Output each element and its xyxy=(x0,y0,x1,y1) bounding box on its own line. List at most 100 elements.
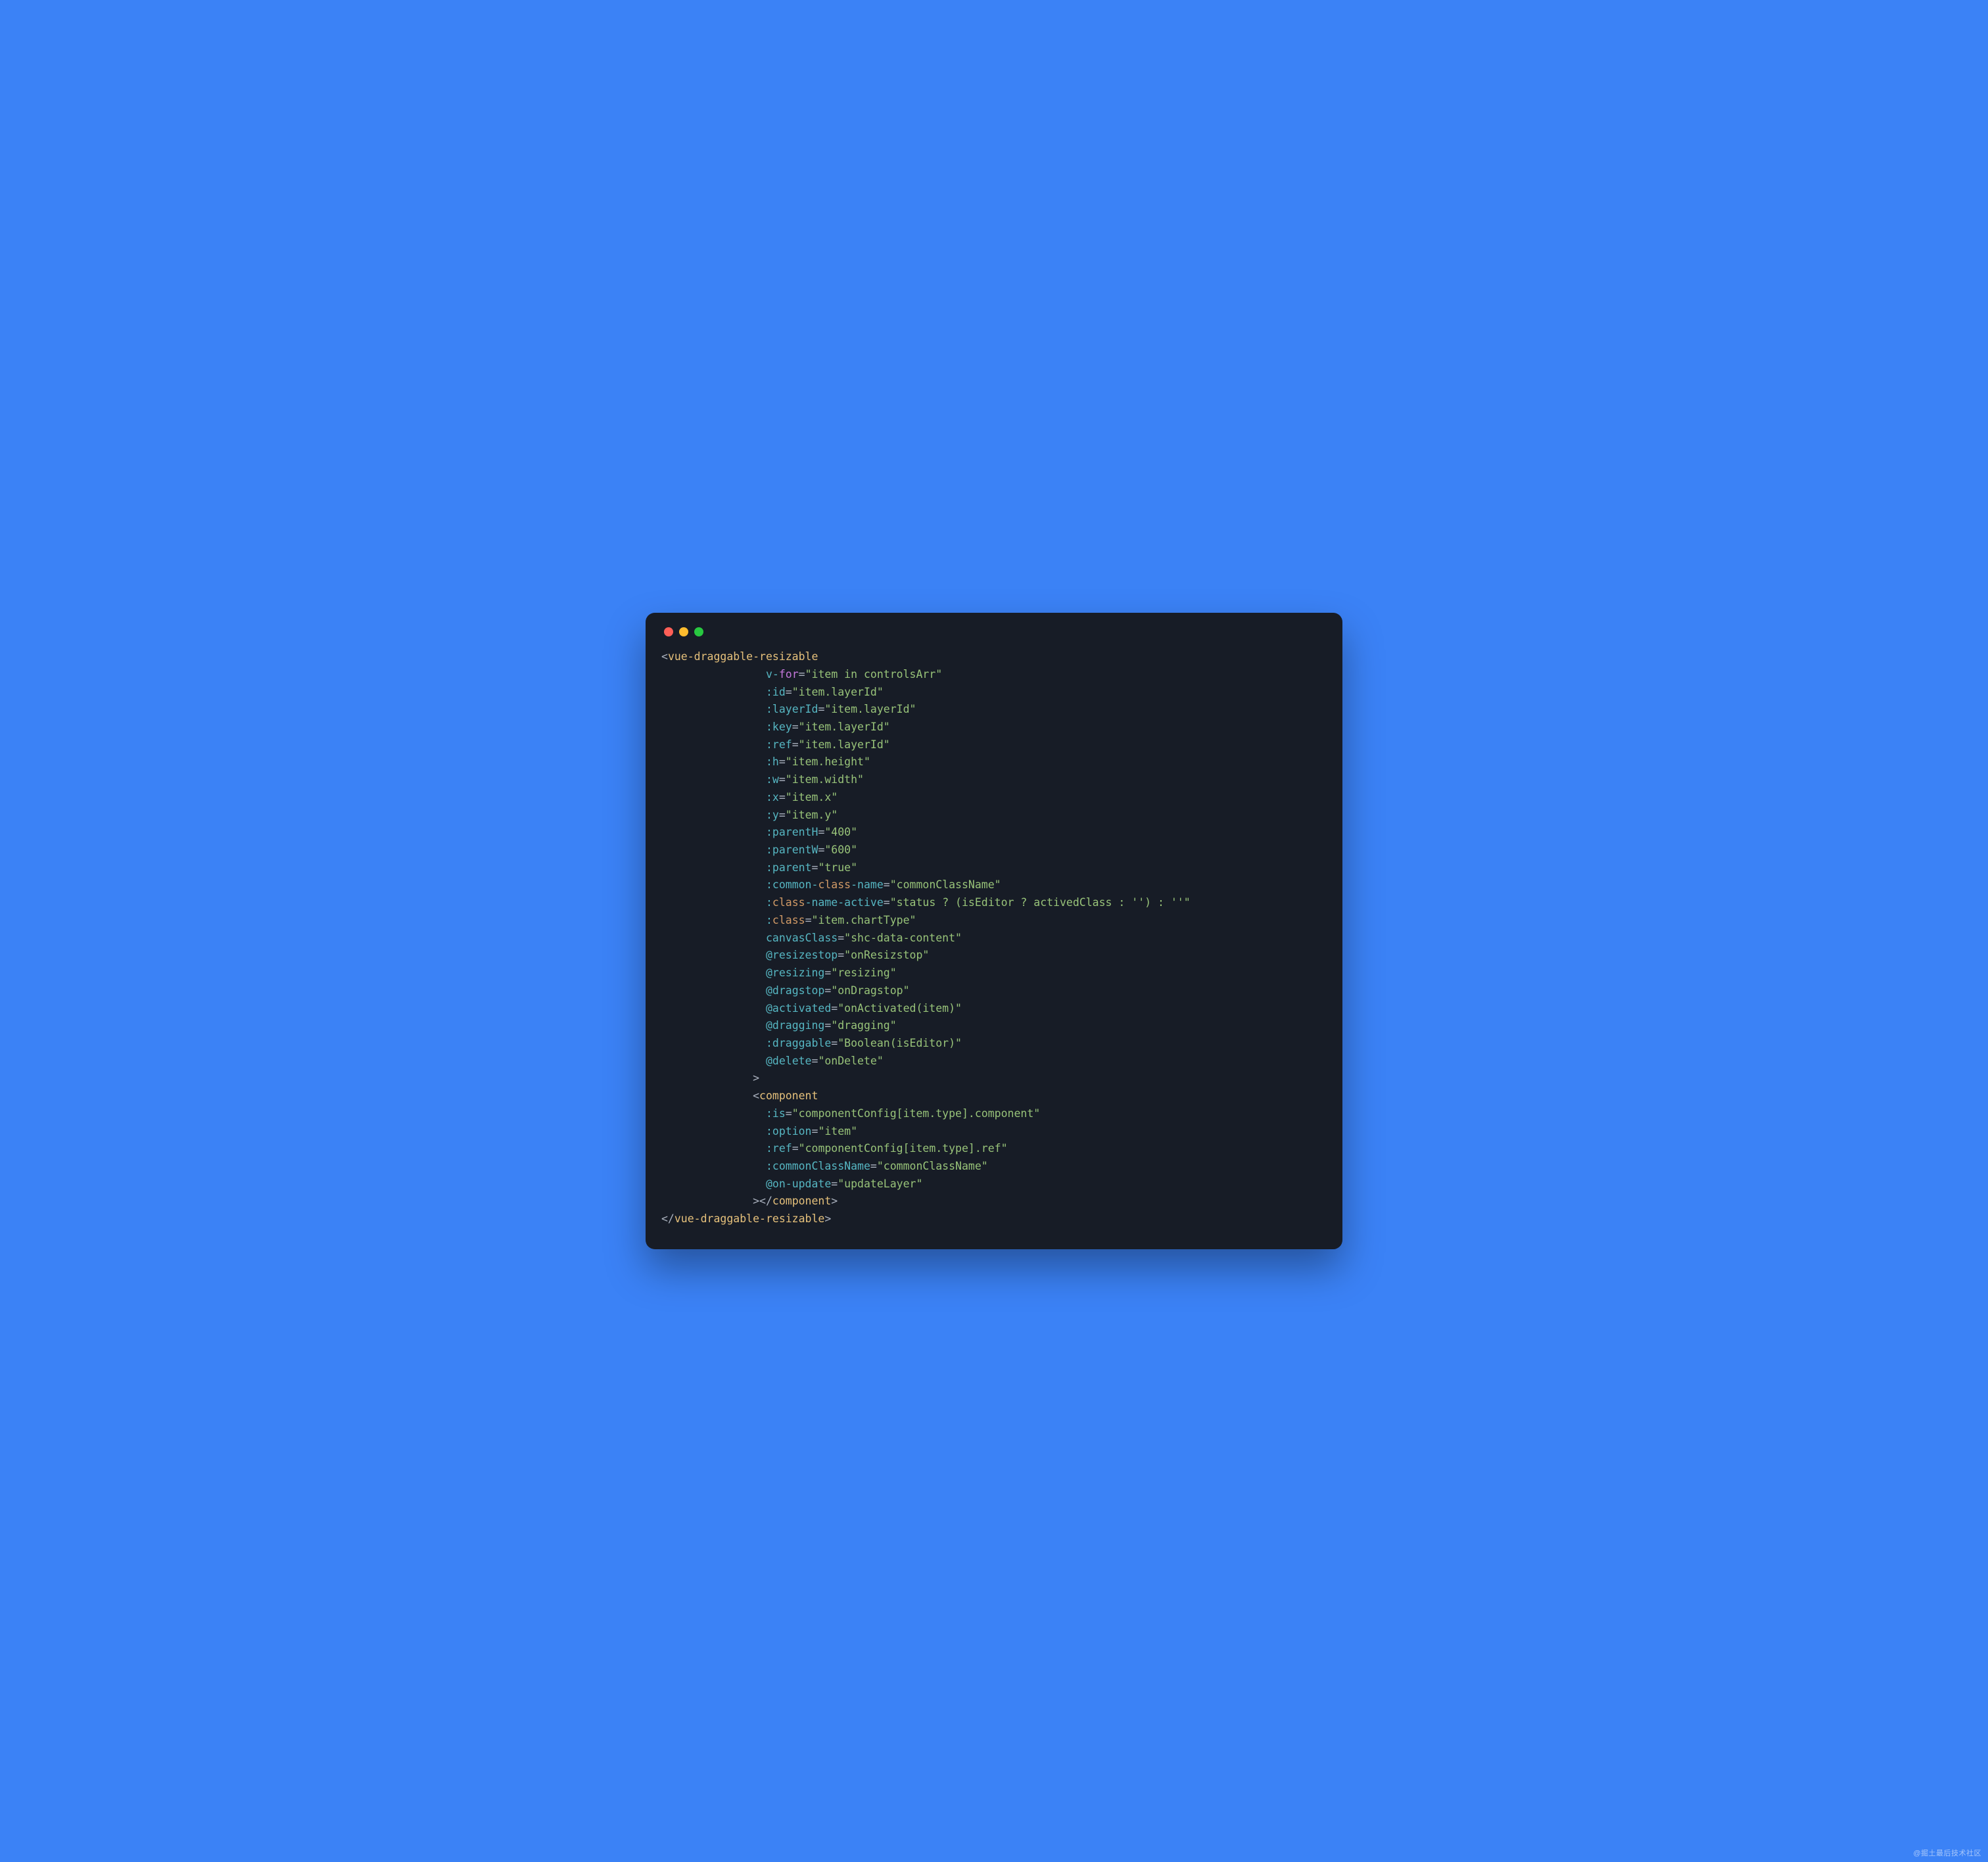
string: "onResizstop" xyxy=(844,949,929,961)
eq: = xyxy=(884,878,890,891)
eq: = xyxy=(812,1055,818,1067)
indent xyxy=(661,1178,766,1190)
eq: = xyxy=(812,861,818,874)
minimize-icon[interactable] xyxy=(679,627,688,636)
tag-name: component xyxy=(759,1089,818,1102)
attr: :y xyxy=(766,809,779,821)
attr: @resizing xyxy=(766,967,824,979)
punct: > xyxy=(831,1195,838,1207)
string: "item.layerId" xyxy=(824,703,916,715)
eq: = xyxy=(792,738,799,751)
indent xyxy=(661,844,766,856)
attr: v- xyxy=(766,668,779,680)
close-icon[interactable] xyxy=(664,627,673,636)
attr: :ref xyxy=(766,738,792,751)
watermark: @掘土最后技术社区 xyxy=(1913,1848,1981,1858)
string: "item.layerId" xyxy=(799,738,890,751)
indent xyxy=(661,668,766,680)
indent xyxy=(661,914,766,926)
indent xyxy=(661,967,766,979)
eq: = xyxy=(838,949,844,961)
attr: :h xyxy=(766,755,779,768)
indent xyxy=(661,738,766,751)
eq: = xyxy=(824,967,831,979)
punct: < xyxy=(661,650,668,663)
eq: = xyxy=(831,1037,838,1049)
eq: = xyxy=(799,668,805,680)
class-keyword: class xyxy=(772,896,805,909)
string: "dragging" xyxy=(831,1019,896,1032)
indent xyxy=(661,1195,753,1207)
string: "onDragstop" xyxy=(831,984,909,997)
indent xyxy=(661,721,766,733)
eq: = xyxy=(779,809,786,821)
punct: > xyxy=(753,1195,759,1207)
attr: :commonClassName xyxy=(766,1160,870,1172)
string: "shc-data-content" xyxy=(844,932,962,944)
attr: :ref xyxy=(766,1142,792,1155)
string: "item in controlsArr" xyxy=(805,668,943,680)
indent xyxy=(661,878,766,891)
maximize-icon[interactable] xyxy=(694,627,703,636)
string: "true" xyxy=(818,861,857,874)
attr: @resizestop xyxy=(766,949,838,961)
attr: : xyxy=(766,896,772,909)
attr: :parentH xyxy=(766,826,818,838)
eq: = xyxy=(818,844,824,856)
string: "item.height" xyxy=(786,755,870,768)
attr: :draggable xyxy=(766,1037,831,1049)
indent xyxy=(661,1019,766,1032)
traffic-lights xyxy=(661,627,1327,636)
attr: canvasClass xyxy=(766,932,838,944)
eq: = xyxy=(831,1002,838,1015)
eq: = xyxy=(818,826,824,838)
attr: :common- xyxy=(766,878,818,891)
string: "commonClassName" xyxy=(877,1160,988,1172)
indent xyxy=(661,1142,766,1155)
indent xyxy=(661,984,766,997)
attr: :is xyxy=(766,1107,786,1120)
attr: :option xyxy=(766,1125,812,1137)
eq: = xyxy=(792,721,799,733)
indent xyxy=(661,932,766,944)
punct: > xyxy=(753,1072,759,1084)
eq: = xyxy=(884,896,890,909)
attr: @activated xyxy=(766,1002,831,1015)
string: "item.chartType" xyxy=(812,914,916,926)
attr: :w xyxy=(766,773,779,786)
attr: @on-update xyxy=(766,1178,831,1190)
punct: </ xyxy=(661,1212,674,1225)
string: "600" xyxy=(824,844,857,856)
indent xyxy=(661,861,766,874)
string: "item.y" xyxy=(786,809,838,821)
string: "item.x" xyxy=(786,791,838,803)
attr: @dragstop xyxy=(766,984,824,997)
string: "componentConfig[item.type].component" xyxy=(792,1107,1041,1120)
eq: = xyxy=(870,1160,877,1172)
attr: @dragging xyxy=(766,1019,824,1032)
indent xyxy=(661,686,766,698)
eq: = xyxy=(792,1142,799,1155)
indent xyxy=(661,1037,766,1049)
attr: : xyxy=(766,914,772,926)
tag-name: component xyxy=(772,1195,831,1207)
punct: > xyxy=(824,1212,831,1225)
eq: = xyxy=(824,1019,831,1032)
string: "item.layerId" xyxy=(792,686,884,698)
eq: = xyxy=(831,1178,838,1190)
indent xyxy=(661,1089,753,1102)
indent xyxy=(661,1002,766,1015)
indent xyxy=(661,896,766,909)
indent xyxy=(661,1125,766,1137)
string: "onDelete" xyxy=(818,1055,883,1067)
string: "status ? (isEditor ? activedClass : '')… xyxy=(890,896,1191,909)
string: "Boolean(isEditor)" xyxy=(838,1037,962,1049)
attr: :parentW xyxy=(766,844,818,856)
indent xyxy=(661,703,766,715)
punct: < xyxy=(753,1089,759,1102)
tag-name: vue-draggable-resizable xyxy=(668,650,818,663)
eq: = xyxy=(818,703,824,715)
string: "onActivated(item)" xyxy=(838,1002,962,1015)
eq: = xyxy=(805,914,812,926)
eq: = xyxy=(786,1107,792,1120)
